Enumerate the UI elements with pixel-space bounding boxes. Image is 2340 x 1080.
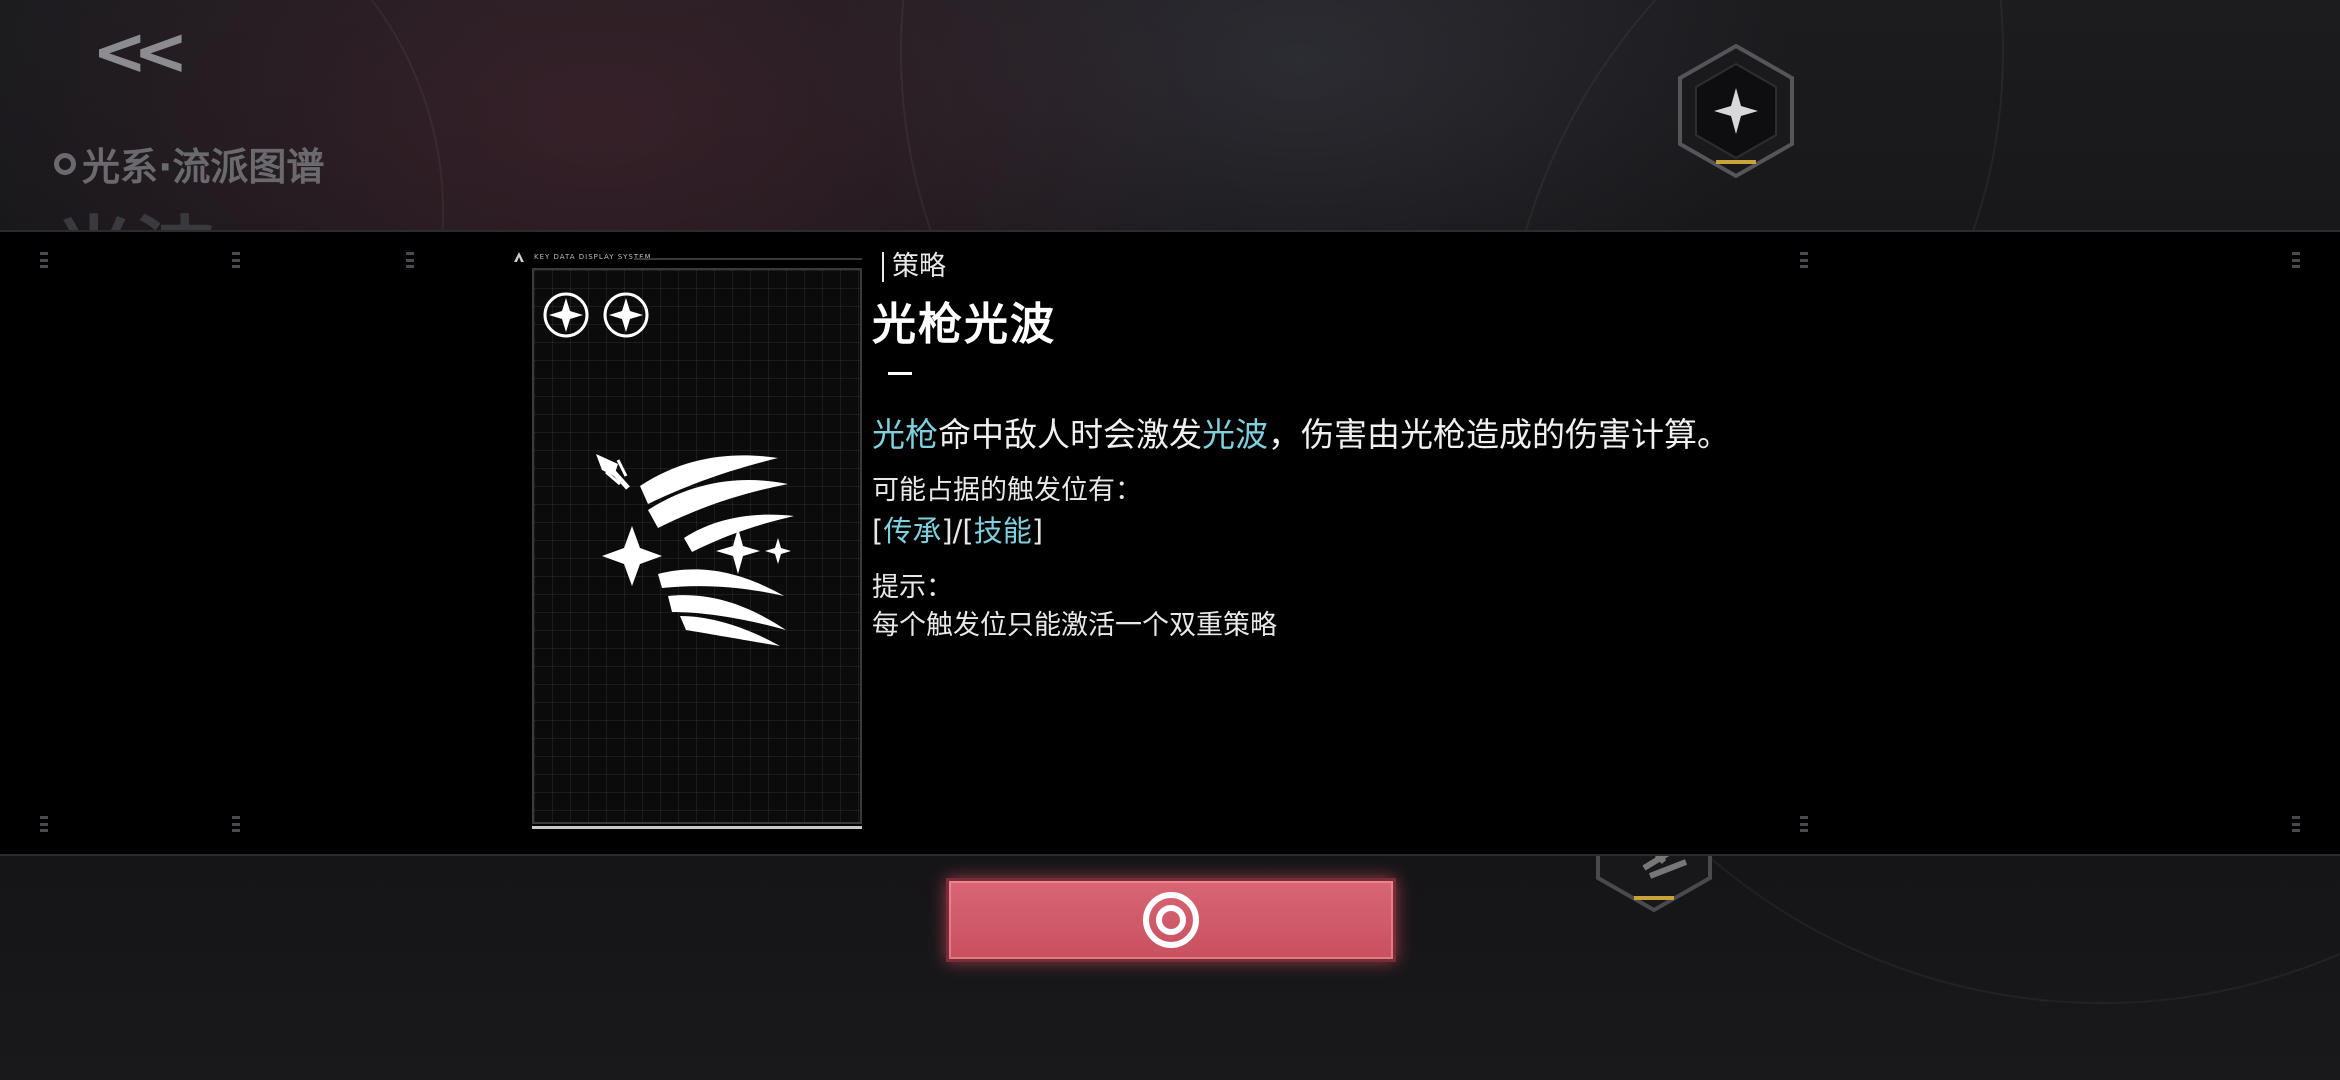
keyword-light-wave: 光波 xyxy=(1202,415,1268,454)
rank-star-icon xyxy=(603,292,649,338)
card-header: KEY DATA DISPLAY SYSTEM xyxy=(514,250,864,264)
title-divider xyxy=(888,372,912,375)
school-subtitle-text: 光系·流派图谱 xyxy=(82,145,325,189)
slot-skill: 技能 xyxy=(973,514,1032,548)
keyword-light-spear: 光枪 xyxy=(872,415,938,454)
decor-mark xyxy=(1800,252,1808,268)
decor-mark xyxy=(232,816,240,832)
rank-star-icon xyxy=(543,292,589,338)
strategy-detail-panel xyxy=(0,230,2340,856)
strategy-name: 光枪光波 xyxy=(872,299,1056,350)
decor-mark xyxy=(40,816,48,832)
light-spear-wave-icon xyxy=(596,454,794,646)
decor-mark xyxy=(40,252,48,268)
confirm-button[interactable] xyxy=(946,878,1396,962)
light-element-icon xyxy=(54,152,76,175)
trigger-slots-label: 可能占据的触发位有： xyxy=(872,475,1142,506)
ring-target-icon xyxy=(1143,892,1199,948)
school-subtitle: 光系·流派图谱 xyxy=(54,136,324,191)
slot-inheritance: 传承 xyxy=(883,514,942,548)
decor-mark xyxy=(2292,252,2300,268)
triangle-logo-icon xyxy=(514,252,524,262)
tip-text: 每个触发位只能激活一个双重策略 xyxy=(872,610,1277,641)
back-button[interactable]: << xyxy=(92,19,202,85)
decor-mark xyxy=(1800,816,1808,832)
strategy-category: 策略 xyxy=(882,252,946,282)
card-underline xyxy=(532,826,862,829)
decor-mark xyxy=(2292,816,2300,832)
bracket: ] xyxy=(1031,514,1044,548)
bracket: ]/[ xyxy=(941,514,974,548)
strategy-description: 光枪命中敌人时会激发光波，伤害由光枪造成的伤害计算。 xyxy=(872,408,1730,456)
trigger-slots: [传承]/[技能] xyxy=(872,508,1043,550)
background-talent-node-icon[interactable] xyxy=(1676,42,1796,180)
tip-label: 提示： xyxy=(872,572,953,603)
bracket: [ xyxy=(872,514,884,548)
decor-mark xyxy=(406,252,414,268)
description-text: 命中敌人时会激发 xyxy=(938,415,1202,454)
card-header-line xyxy=(634,258,862,260)
decor-mark xyxy=(232,252,240,268)
description-text: ，伤害由光枪造成的伤害计算。 xyxy=(1268,415,1730,454)
